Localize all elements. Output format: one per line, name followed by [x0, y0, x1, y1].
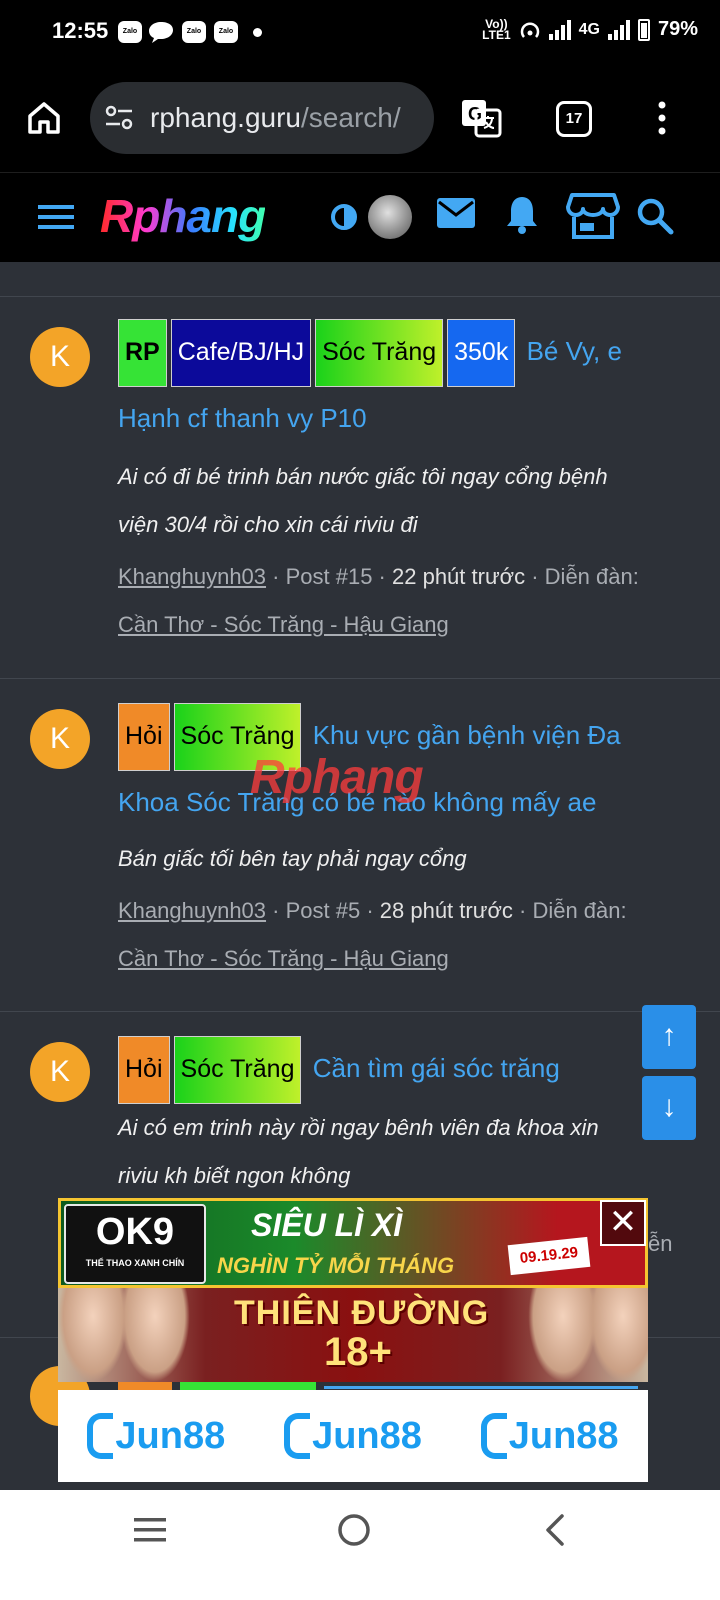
chat-bubble-icon: [149, 22, 173, 43]
forum-label: Diễn đàn:: [532, 898, 627, 923]
hotspot-icon: [520, 21, 539, 38]
prefix-tag[interactable]: RP: [118, 319, 167, 387]
address-bar[interactable]: rphang.guru/search/: [90, 82, 434, 154]
partial-thread-title: [118, 1382, 638, 1390]
zalo-notification-icon: Zalo: [214, 21, 238, 43]
jun88-logo-icon: [87, 1413, 114, 1459]
jun88-logo-icon: [284, 1413, 311, 1459]
arrow-up-icon: ↑: [661, 1019, 677, 1052]
ad-banner-thien-duong[interactable]: THIÊN ĐƯỜNG 18+: [58, 1288, 648, 1382]
site-settings-icon[interactable]: [104, 105, 134, 131]
ad-brand: Jun88: [480, 1413, 619, 1459]
scroll-to-bottom-button[interactable]: ↓: [642, 1076, 696, 1140]
recent-apps-icon[interactable]: [132, 1514, 168, 1546]
ad-photo: [58, 1288, 128, 1382]
prefix-tag[interactable]: Sóc Trăng: [173, 1036, 302, 1104]
network-type: 4G: [578, 20, 600, 38]
home-button-icon[interactable]: [336, 1512, 372, 1548]
post-number[interactable]: Post #5: [286, 898, 361, 923]
browser-toolbar: rphang.guru/search/ G 17: [0, 66, 720, 172]
prefix-tag[interactable]: Hỏi: [118, 1036, 170, 1104]
forum-label: Diễn đàn:: [544, 564, 639, 589]
user-avatar[interactable]: [368, 195, 412, 239]
back-icon[interactable]: [542, 1512, 568, 1548]
zalo-notification-icon: Zalo: [182, 21, 206, 43]
search-icon[interactable]: [636, 197, 674, 235]
ad-subline: 18+: [324, 1330, 392, 1374]
search-result-item[interactable]: K Hỏi Sóc Trăng Khu vực gần bệnh viện Đa …: [0, 679, 720, 1012]
ad-brand: Jun88: [87, 1413, 225, 1459]
thread-title-text[interactable]: Khu vực gần bệnh viện Đa: [313, 720, 621, 750]
more-notifications-icon: [253, 28, 262, 37]
post-meta: Khanghuynh03 · Post #5 · 28 phút trước ·…: [118, 898, 627, 971]
tab-switcher-button[interactable]: 17: [556, 101, 592, 137]
ad-headline: THIÊN ĐƯỜNG: [234, 1294, 490, 1332]
ad-logo: OK9 THỂ THAO XANH CHÍN: [64, 1204, 206, 1284]
author-avatar[interactable]: K: [30, 1042, 90, 1102]
search-result-item[interactable]: K RP Cafe/BJ/HJ Sóc Trăng 350k Bé Vy, e Hạn…: [0, 297, 720, 679]
prefix-tag[interactable]: Sóc Trăng: [173, 703, 302, 771]
prefix-tag[interactable]: Cafe/BJ/HJ: [170, 319, 312, 387]
scroll-to-top-button[interactable]: ↑: [642, 1005, 696, 1069]
ad-brand: Jun88: [284, 1413, 422, 1459]
zalo-notification-icon: Zalo: [118, 21, 142, 43]
post-snippet: Ai có em trinh này rồi ngay bênh viên đa…: [118, 1115, 599, 1188]
author-avatar[interactable]: K: [30, 327, 90, 387]
signal-strength-icon: [548, 19, 571, 40]
post-snippet: Bán giấc tối bên tay phải ngay cổng: [118, 846, 467, 871]
author-link[interactable]: Khanghuynh03: [118, 564, 266, 589]
ad-date: 09.19.29: [507, 1236, 591, 1276]
post-meta-fragment: ễn: [648, 1231, 673, 1256]
home-icon[interactable]: [26, 100, 62, 136]
thread-title-text[interactable]: Bé Vy, e: [527, 336, 622, 366]
author-avatar[interactable]: K: [30, 709, 90, 769]
url-text: rphang.guru/search/: [150, 102, 401, 133]
prefix-tag[interactable]: 350k: [447, 319, 516, 387]
ad-banner-ok9[interactable]: OK9 THỂ THAO XANH CHÍN SIÊU LÌ XÌ NGHÌN …: [58, 1198, 648, 1288]
ad-photo: [588, 1288, 648, 1382]
prefix-tag[interactable]: Sóc Trăng: [315, 319, 444, 387]
ad-banner-jun88[interactable]: Jun88 Jun88 Jun88: [58, 1390, 648, 1482]
thread-title-text[interactable]: Khoa Sóc Trăng có bé nào không mấy ae: [118, 787, 596, 817]
ad-headline: SIÊU LÌ XÌ: [251, 1207, 403, 1243]
ad-subline: NGHÌN TỶ MỖI THÁNG: [217, 1253, 455, 1278]
search-results: K RP Cafe/BJ/HJ Sóc Trăng 350k Bé Vy, e Hạn…: [0, 262, 720, 1338]
translate-icon[interactable]: G: [460, 98, 502, 138]
thread-title[interactable]: Hỏi Sóc Trăng Cần tìm gái sóc trăng: [118, 1036, 678, 1104]
volte-indicator: Vo)) LTE1: [482, 16, 511, 42]
status-time: 12:55: [52, 18, 109, 43]
thread-title[interactable]: RP Cafe/BJ/HJ Sóc Trăng 350k Bé Vy, e Hạnh …: [118, 319, 678, 449]
post-time: 28 phút trước: [379, 898, 513, 923]
prefix-tag[interactable]: Hỏi: [118, 703, 170, 771]
status-indicators: Vo)) LTE1 4G 79%: [482, 18, 698, 41]
notification-bell-icon[interactable]: [504, 193, 540, 235]
signal-strength-icon: [607, 19, 630, 40]
thread-title-text[interactable]: Hạnh cf thanh vy P10: [118, 403, 367, 433]
battery-icon: [637, 18, 650, 41]
site-header: Rphang: [0, 172, 720, 262]
post-snippet: Ai có đi bé trinh bán nước giấc tôi ngay…: [118, 464, 608, 537]
mail-icon[interactable]: [436, 197, 476, 229]
post-meta: Khanghuynh03 · Post #15 · 22 phút trước …: [118, 564, 639, 637]
forum-link[interactable]: Cần Thơ - Sóc Trăng - Hậu Giang: [118, 612, 449, 637]
author-link[interactable]: Khanghuynh03: [118, 898, 266, 923]
arrow-down-icon: ↓: [661, 1090, 677, 1123]
hamburger-menu-icon[interactable]: [38, 203, 74, 231]
post-number[interactable]: Post #15: [286, 564, 373, 589]
jun88-logo-icon: [480, 1413, 507, 1459]
forum-link[interactable]: Cần Thơ - Sóc Trăng - Hậu Giang: [118, 946, 449, 971]
thread-title-text[interactable]: Cần tìm gái sóc trăng: [313, 1053, 560, 1083]
more-menu-icon[interactable]: [654, 100, 670, 136]
site-logo[interactable]: Rphang: [100, 189, 266, 243]
system-navigation-bar: [0, 1490, 720, 1600]
post-time: 22 phút trước: [392, 564, 526, 589]
close-ad-button[interactable]: ✕: [600, 1200, 646, 1246]
thread-title[interactable]: Hỏi Sóc Trăng Khu vực gần bệnh viện Đa Kh…: [118, 703, 678, 833]
theme-toggle-icon[interactable]: [330, 203, 358, 231]
ad-photo: [120, 1288, 190, 1382]
status-bar: 12:55 Zalo Zalo Zalo Vo)) LTE1 4G 79%: [0, 0, 720, 66]
store-icon[interactable]: [566, 191, 620, 241]
battery-percent: 79%: [657, 18, 698, 40]
